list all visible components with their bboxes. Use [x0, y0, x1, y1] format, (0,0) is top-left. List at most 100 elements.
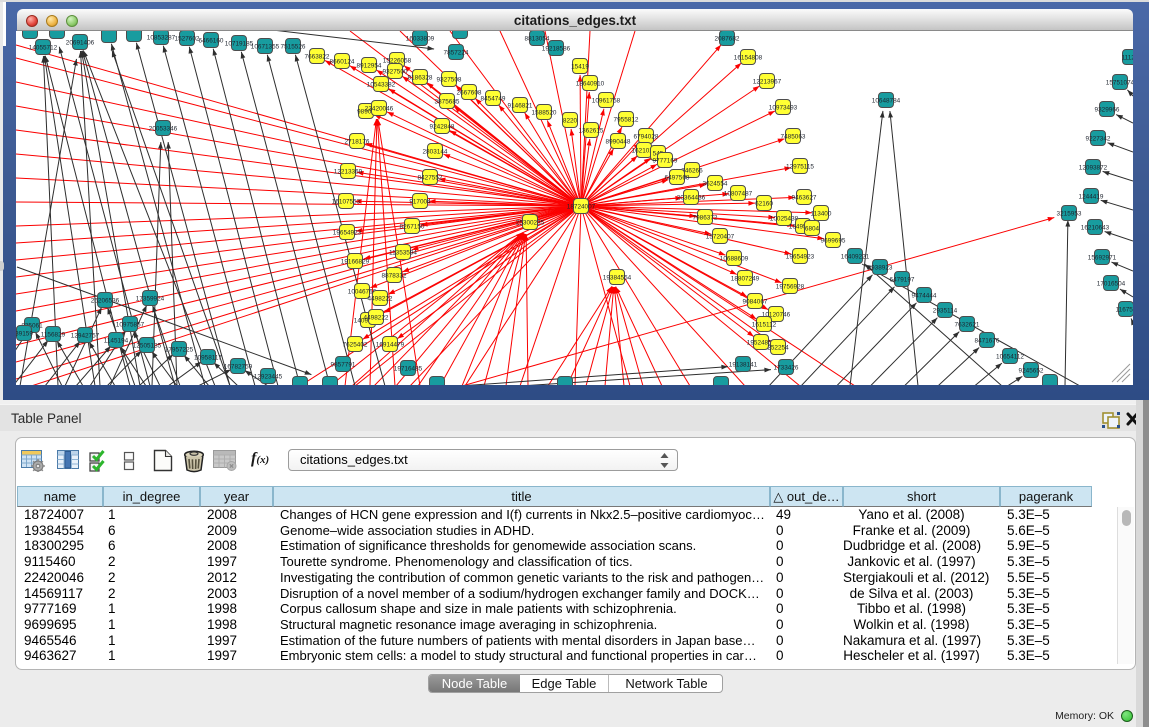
svg-text:8660124: 8660124 [330, 58, 355, 65]
svg-text:7515526: 7515526 [281, 43, 306, 50]
svg-text:12213369: 12213369 [334, 168, 363, 175]
svg-text:18724007: 18724007 [567, 203, 596, 210]
svg-text:19384554: 19384554 [603, 274, 632, 281]
svg-text:17957225: 17957225 [165, 346, 194, 353]
svg-text:15419: 15419 [571, 63, 589, 70]
svg-text:7632621: 7632621 [955, 321, 980, 328]
svg-text:1527602: 1527602 [175, 35, 200, 42]
svg-text:26206536: 26206536 [91, 297, 120, 304]
svg-text:18807249: 18807249 [731, 275, 760, 282]
svg-text:1362615: 1362615 [579, 127, 604, 134]
svg-text:1615112: 1615112 [752, 321, 777, 328]
svg-text:9084067: 9084067 [743, 298, 768, 305]
svg-text:9474444: 9474444 [912, 292, 937, 299]
svg-text:15720407: 15720407 [706, 233, 735, 240]
svg-text:23420046: 23420046 [365, 105, 394, 112]
svg-text:11353594: 11353594 [389, 249, 417, 256]
svg-text:6794028: 6794028 [634, 133, 659, 140]
svg-text:19654923: 19654923 [333, 229, 362, 236]
svg-text:8813054: 8813054 [525, 35, 550, 42]
svg-text:9777169: 9777169 [653, 157, 678, 164]
svg-text:12505135: 12505135 [133, 342, 162, 349]
svg-text:62160: 62160 [755, 200, 773, 207]
svg-text:7857224: 7857224 [444, 49, 469, 56]
svg-text:20691406: 20691406 [66, 39, 95, 46]
svg-text:9463627: 9463627 [792, 194, 817, 201]
svg-text:10975857: 10975857 [116, 321, 145, 328]
svg-text:17359924: 17359924 [136, 295, 165, 302]
svg-text:19218586: 19218586 [542, 45, 571, 52]
svg-text:10654112: 10654112 [996, 353, 1024, 360]
svg-text:6466160: 6466160 [199, 37, 224, 44]
svg-text:10807487: 10807487 [724, 190, 753, 197]
svg-text:16154808: 16154808 [734, 54, 763, 61]
svg-text:11124: 11124 [1122, 54, 1133, 61]
svg-text:8220: 8220 [563, 117, 578, 124]
svg-text:8427552: 8427552 [418, 174, 443, 181]
svg-text:10853287: 10853287 [147, 34, 176, 41]
svg-text:3215953: 3215953 [1057, 210, 1082, 217]
svg-text:4498222: 4498222 [364, 314, 389, 321]
svg-text:10973493: 10973493 [769, 104, 798, 111]
svg-text:10648784: 10648784 [872, 97, 901, 104]
svg-text:8912954: 8912954 [357, 62, 382, 69]
svg-text:1244419: 1244419 [1079, 193, 1104, 200]
svg-text:7625402: 7625402 [343, 341, 368, 348]
svg-text:9329966: 9329966 [1095, 106, 1120, 113]
svg-text:14055712: 14055712 [29, 44, 58, 51]
svg-text:113400: 113400 [811, 210, 832, 217]
svg-text:9227342: 9227342 [1086, 135, 1111, 142]
svg-text:1588520: 1588520 [532, 109, 557, 116]
svg-text:8267150: 8267150 [400, 223, 425, 230]
svg-text:8186328: 8186328 [408, 74, 433, 81]
svg-text:16409221: 16409221 [841, 253, 870, 260]
svg-text:8454749: 8454749 [481, 95, 506, 102]
svg-text:2935114: 2935114 [933, 307, 958, 314]
svg-text:19138141: 19138141 [729, 361, 758, 368]
svg-text:12942757: 12942757 [71, 332, 100, 339]
svg-text:2667608: 2667608 [457, 89, 482, 96]
svg-text:17016504: 17016504 [1097, 280, 1126, 287]
svg-text:19756928: 19756928 [776, 283, 805, 290]
svg-text:8990448: 8990448 [606, 138, 631, 145]
svg-text:12923445: 12923445 [254, 373, 283, 380]
svg-text:6479197: 6479197 [890, 276, 915, 283]
svg-text:10671355: 10671355 [251, 43, 280, 50]
svg-text:2803144: 2803144 [423, 148, 448, 155]
svg-text:10961758: 10961758 [592, 97, 621, 104]
svg-text:3624554: 3624554 [703, 180, 728, 187]
svg-text:39159: 39159 [16, 330, 33, 337]
svg-text:10958117: 10958117 [194, 354, 222, 361]
svg-text:9699695: 9699695 [821, 237, 846, 244]
svg-text:25300235: 25300235 [516, 219, 545, 226]
svg-text:19716485: 19716485 [394, 365, 423, 372]
svg-text:252254: 252254 [767, 344, 789, 351]
svg-text:16210643: 16210643 [1081, 224, 1110, 231]
svg-text:9857791: 9857791 [331, 361, 356, 368]
svg-text:9327508: 9327508 [437, 76, 462, 83]
svg-text:116753: 116753 [1116, 306, 1133, 313]
svg-text:16782759: 16782759 [224, 363, 253, 370]
svg-text:10688609: 10688609 [720, 255, 749, 262]
svg-text:20364436: 20364436 [677, 194, 706, 201]
svg-text:4498222: 4498222 [368, 295, 393, 302]
svg-text:19166829: 19166829 [341, 258, 370, 265]
svg-text:7485063: 7485063 [781, 133, 806, 140]
svg-text:3875685: 3875685 [435, 98, 460, 105]
svg-text:12093872: 12093872 [1079, 164, 1108, 171]
svg-text:8938923: 8938923 [868, 264, 893, 271]
svg-text:8471676: 8471676 [975, 337, 1000, 344]
svg-text:16914479: 16914479 [376, 341, 405, 348]
svg-text:7986372: 7986372 [693, 214, 718, 221]
svg-text:15692971: 15692971 [1088, 254, 1117, 261]
svg-text:8878332: 8878332 [382, 272, 407, 279]
svg-text:7663822: 7663822 [305, 53, 330, 60]
svg-text:917004: 917004 [409, 198, 431, 205]
svg-text:12213967: 12213967 [753, 78, 782, 85]
svg-text:6804: 6804 [805, 225, 820, 232]
svg-text:9245652: 9245652 [1019, 367, 1044, 374]
svg-text:12975115: 12975115 [786, 163, 814, 170]
svg-text:6497568: 6497568 [665, 174, 690, 181]
svg-text:16107553: 16107553 [332, 198, 361, 205]
svg-text:15751074: 15751074 [1106, 79, 1133, 86]
